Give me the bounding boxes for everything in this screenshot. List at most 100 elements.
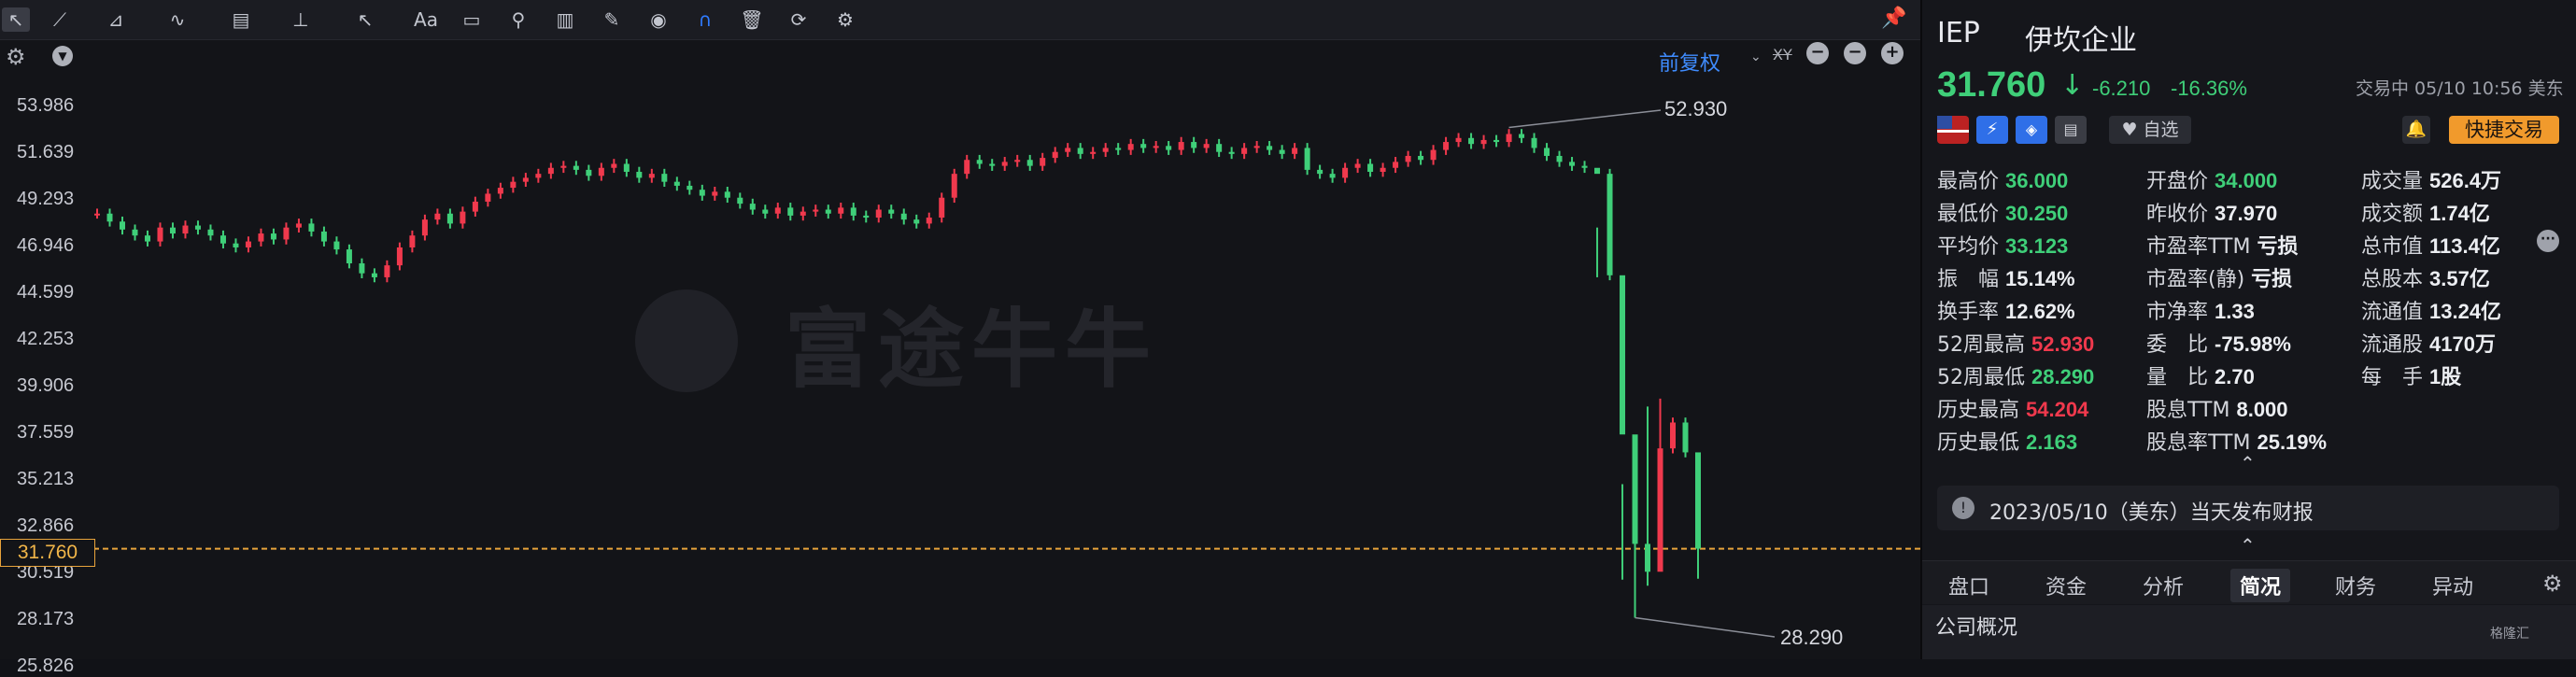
- more-icon[interactable]: ···: [2537, 230, 2559, 252]
- add-watchlist-button[interactable]: ♥ 自选: [2109, 116, 2191, 144]
- company-overview-header[interactable]: 公司概况: [1935, 611, 2017, 641]
- candle-body: [686, 185, 693, 190]
- quick-trade-button[interactable]: 快捷交易: [2449, 116, 2559, 144]
- collapse-chevron-icon[interactable]: ⌃: [2240, 452, 2256, 474]
- candle-body: [1443, 142, 1450, 150]
- candle-body: [1166, 146, 1172, 150]
- stat-item: 委 比 -75.98%: [2146, 328, 2291, 358]
- stat-value: 12.62%: [2005, 300, 2075, 323]
- tab-1[interactable]: 资金: [2045, 571, 2087, 600]
- price-change: -6.210: [2092, 77, 2151, 100]
- candle-body: [1191, 142, 1197, 148]
- stat-label: 最高价: [1937, 170, 2005, 193]
- stat-label: 成交量: [2361, 170, 2429, 193]
- candle-body: [1329, 174, 1336, 178]
- candle-body: [560, 165, 567, 168]
- candle-body: [1241, 148, 1248, 154]
- candle-body: [850, 207, 856, 216]
- stat-value: 1.74亿: [2429, 202, 2490, 225]
- candle-body: [900, 213, 907, 220]
- stat-label: 最低价: [1937, 203, 2005, 226]
- quote-panel: IEP 伊坎企业 31.760 ↓ -6.210 -16.36% 交易中 05/…: [1922, 0, 2576, 659]
- stat-value: 3.57亿: [2429, 267, 2490, 290]
- tab-2[interactable]: 分析: [2143, 571, 2184, 600]
- stat-item: 股息率TTM 25.19%: [2146, 426, 2327, 456]
- stat-label: 市盈率TTM: [2146, 235, 2258, 259]
- candle-body: [863, 215, 870, 219]
- tab-3[interactable]: 简况: [2230, 569, 2291, 602]
- stat-value: 34.000: [2215, 169, 2278, 192]
- candle-body: [1077, 148, 1083, 154]
- tab-settings-icon[interactable]: ⚙: [2542, 571, 2563, 597]
- earnings-notice-text: 2023/05/10（美东）当天发布财报: [1989, 501, 2314, 525]
- candle-body: [270, 233, 276, 240]
- stat-label: 历史最低: [1937, 431, 2026, 455]
- candle-body: [233, 243, 239, 247]
- stat-value: 33.123: [2005, 234, 2069, 258]
- stat-item: 平均价 33.123: [1937, 230, 2068, 260]
- candle-body: [623, 163, 630, 173]
- candle-body: [661, 174, 668, 182]
- candle-body: [1228, 151, 1235, 154]
- tab-4[interactable]: 财务: [2335, 571, 2376, 600]
- stat-label: 流通值: [2361, 301, 2429, 324]
- stat-value: 2.70: [2215, 365, 2255, 388]
- candle-body: [699, 190, 705, 196]
- tab-5[interactable]: 异动: [2432, 571, 2473, 600]
- candle-body: [295, 223, 302, 228]
- candle-body: [1292, 148, 1298, 154]
- info-icon: !: [1952, 497, 1974, 519]
- candle-body: [1090, 151, 1097, 154]
- stat-item: 流通股 4170万: [2361, 328, 2496, 358]
- candle-body: [1065, 148, 1071, 152]
- stat-item: 量 比 2.70: [2146, 360, 2255, 390]
- bell-icon[interactable]: 🔔: [2402, 116, 2430, 144]
- earnings-notice[interactable]: ! 2023/05/10（美东）当天发布财报: [1937, 486, 2559, 530]
- collapse-chevron-icon-2[interactable]: ⌃: [2240, 534, 2256, 557]
- candle-body: [673, 181, 680, 186]
- last-price: 31.760: [1937, 65, 2046, 105]
- stat-label: 每 手: [2361, 366, 2429, 389]
- stat-label: 开盘价: [2146, 170, 2215, 193]
- candle-body: [611, 163, 617, 168]
- candle-body: [1455, 137, 1462, 143]
- candle-body: [446, 213, 453, 224]
- tab-0[interactable]: 盘口: [1948, 571, 1989, 600]
- trading-status: 交易中 05/10 10:56 美东: [2356, 78, 2564, 99]
- candle-body: [926, 218, 932, 224]
- stat-item: 总市值 113.4亿: [2361, 230, 2500, 260]
- stat-label: 52周最低: [1937, 366, 2031, 389]
- candle-body: [1052, 151, 1058, 159]
- candle-body: [787, 207, 794, 216]
- candle-body: [1620, 275, 1626, 435]
- candle-body: [1026, 160, 1033, 166]
- candle-body: [951, 174, 957, 198]
- stat-item: 最高价 36.000: [1937, 164, 2068, 194]
- document-icon[interactable]: ▤: [2055, 116, 2087, 144]
- candle-body: [825, 209, 831, 214]
- candlestick-chart[interactable]: [0, 0, 1920, 659]
- stat-item: 股息TTM 8.000: [2146, 393, 2288, 423]
- candle-body: [1544, 148, 1550, 156]
- stat-item: 市净率 1.33: [2146, 295, 2255, 325]
- overview-bar: [1922, 605, 2576, 659]
- stat-value: 37.970: [2215, 202, 2278, 225]
- candle-body: [1531, 137, 1537, 148]
- candle-body: [1367, 163, 1374, 173]
- stat-item: 历史最高 54.204: [1937, 393, 2088, 423]
- stat-value: 8.000: [2236, 398, 2288, 421]
- candle-body: [1480, 139, 1487, 145]
- candle-body: [1430, 149, 1437, 161]
- stat-value: -75.98%: [2215, 332, 2291, 356]
- stat-label: 平均价: [1937, 235, 2005, 259]
- candle-body: [1279, 149, 1285, 154]
- stat-item: 开盘价 34.000: [2146, 164, 2277, 194]
- company-name: 伊坎企业: [2025, 24, 2137, 57]
- chart-pane[interactable]: ↖ ⟋ ⊿ ∿ ▤ ⊥ ↖ Aa ▭ ⚲ ▥ ✎ ◉ ∩ 🗑 ⟳ ⚙ 📌 ⚙ ▼…: [0, 0, 1920, 676]
- lightning-icon[interactable]: ⚡: [1976, 116, 2008, 144]
- candle-body: [1001, 162, 1008, 166]
- stat-label: 成交额: [2361, 203, 2429, 226]
- high-leader-line: [1508, 109, 1662, 129]
- candle-body: [1581, 165, 1588, 168]
- tag-icon[interactable]: ◈: [2016, 116, 2047, 144]
